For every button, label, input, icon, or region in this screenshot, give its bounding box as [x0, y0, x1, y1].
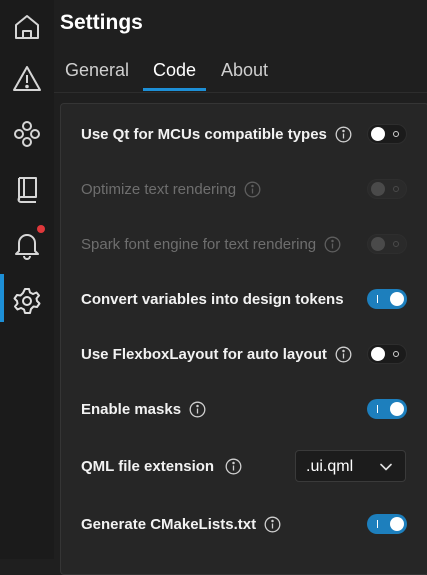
setting-label: Generate CMakeLists.txt	[81, 515, 257, 533]
setting-label: QML file extension	[81, 457, 215, 475]
flexbox-toggle[interactable]	[367, 344, 407, 364]
design-tokens-toggle[interactable]	[367, 289, 407, 309]
setting-row-flexbox: Use FlexboxLayout for auto layout	[81, 341, 352, 367]
tabs-divider	[54, 92, 427, 93]
warning-icon	[13, 66, 41, 91]
rail-item-home[interactable]	[0, 0, 54, 54]
setting-label: Spark font engine for text rendering	[81, 235, 317, 253]
components-icon	[14, 121, 40, 147]
setting-row-qml-extension: QML file extension	[81, 453, 242, 479]
settings-panel	[60, 103, 427, 575]
cmake-toggle[interactable]	[367, 514, 407, 534]
setting-label: Optimize text rendering	[81, 180, 237, 198]
qml-extension-select[interactable]: .ui.qml	[295, 450, 406, 482]
chevron-down-icon	[380, 463, 392, 471]
sidebar-rail	[0, 0, 54, 559]
setting-label: Use Qt for MCUs compatible types	[81, 125, 327, 143]
masks-toggle[interactable]	[367, 399, 407, 419]
setting-label: Use FlexboxLayout for auto layout	[81, 345, 327, 363]
setting-row-masks: Enable masks	[81, 396, 206, 422]
setting-label: Convert variables into design tokens	[81, 290, 344, 308]
gear-icon	[13, 288, 41, 314]
info-icon[interactable]	[335, 126, 352, 143]
spark-font-toggle[interactable]	[367, 234, 407, 254]
page-title: Settings	[60, 11, 143, 34]
info-icon[interactable]	[335, 346, 352, 363]
setting-row-design-tokens: Convert variables into design tokens	[81, 286, 344, 312]
rail-item-warnings[interactable]	[0, 52, 54, 106]
info-icon[interactable]	[225, 458, 242, 475]
setting-label: Enable masks	[81, 400, 182, 418]
tab-code[interactable]: Code	[142, 60, 207, 92]
info-icon[interactable]	[264, 516, 281, 533]
info-icon[interactable]	[189, 401, 206, 418]
rail-item-notifications[interactable]	[0, 218, 54, 272]
rail-item-settings[interactable]	[0, 274, 54, 328]
setting-row-cmake: Generate CMakeLists.txt	[81, 511, 281, 537]
info-icon[interactable]	[244, 181, 261, 198]
optimize-text-toggle[interactable]	[367, 179, 407, 199]
tab-general[interactable]: General	[65, 60, 129, 92]
rail-item-components[interactable]	[0, 107, 54, 161]
mcu-types-toggle[interactable]	[367, 124, 407, 144]
book-icon	[17, 177, 37, 203]
setting-row-mcu-types: Use Qt for MCUs compatible types	[81, 121, 352, 147]
home-icon	[15, 15, 39, 39]
tab-about[interactable]: About	[221, 60, 268, 92]
rail-item-docs[interactable]	[0, 162, 54, 216]
notification-badge	[37, 225, 45, 233]
setting-row-spark-font: Spark font engine for text rendering	[81, 231, 341, 257]
setting-row-optimize-text: Optimize text rendering	[81, 176, 261, 202]
select-value: .ui.qml	[306, 458, 354, 475]
bell-icon	[15, 234, 39, 260]
info-icon[interactable]	[324, 236, 341, 253]
